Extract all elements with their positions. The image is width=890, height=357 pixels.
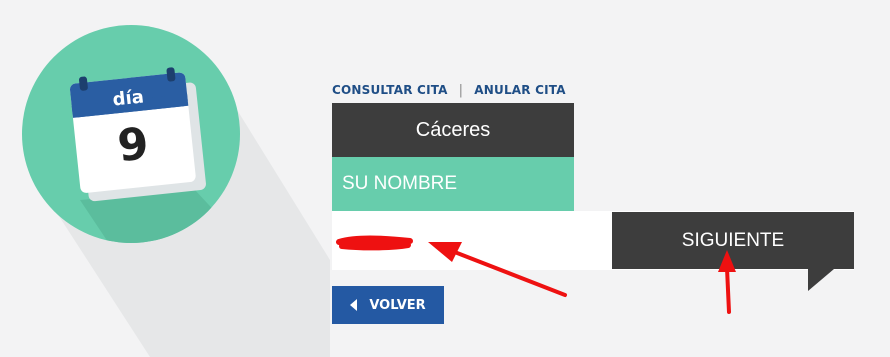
appointment-links: CONSULTAR CITA | ANULAR CITA (332, 81, 566, 99)
calendar-logo: día 9 (22, 25, 330, 357)
redacted-name-scribble (336, 235, 413, 251)
anular-cita-link[interactable]: ANULAR CITA (474, 83, 565, 97)
volver-button[interactable]: VOLVER (332, 286, 444, 324)
name-label-text: SU NOMBRE (342, 173, 458, 194)
volver-label: VOLVER (369, 297, 426, 313)
calendar-day-label: día (112, 86, 145, 110)
back-arrow-icon (350, 299, 358, 311)
city-name: Cáceres (415, 118, 491, 141)
consultar-cita-link[interactable]: CONSULTAR CITA (332, 83, 448, 97)
calendar-day-number: 9 (115, 118, 151, 172)
name-field-label: SU NOMBRE (332, 157, 574, 211)
siguiente-button[interactable]: SIGUIENTE (612, 212, 854, 269)
speech-bubble-tail (808, 269, 834, 291)
siguiente-label: SIGUIENTE (681, 229, 785, 251)
link-separator: | (458, 82, 464, 98)
city-header: Cáceres (332, 103, 574, 157)
